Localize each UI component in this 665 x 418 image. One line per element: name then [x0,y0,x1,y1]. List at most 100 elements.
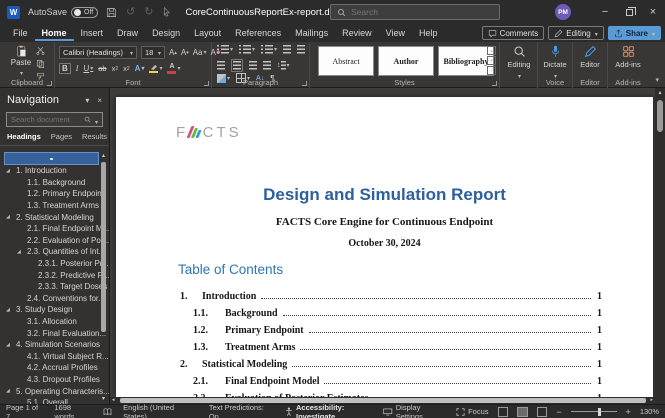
navigation-close-icon[interactable]: × [97,96,102,105]
language-indicator[interactable]: English (United States) [123,403,198,418]
document-search-box[interactable] [6,112,103,127]
zoom-in-button[interactable]: + [626,407,631,417]
autosave-toggle[interactable]: Off [71,7,98,18]
italic-button[interactable]: I [76,64,79,73]
toc-entry[interactable]: 2.2. Evaluation of Posterior Estimates 1 [180,387,602,397]
print-layout-button[interactable] [517,407,528,417]
nav-heading-item[interactable]: 3.1. Allocation [0,316,109,328]
gallery-more-icon[interactable]: ▿ [487,66,496,75]
word-count[interactable]: 1698 words [54,403,92,418]
close-button[interactable]: × [641,0,665,24]
toc-entry[interactable]: 2. Statistical Modeling 1 [180,353,602,370]
nav-heading-item[interactable]: 1.1. Background [0,177,109,189]
zoom-out-button[interactable]: − [556,407,561,417]
gallery-down-icon[interactable]: ▾ [487,56,496,65]
zoom-level[interactable]: 130% [640,407,659,416]
menu-tab[interactable]: Design [145,26,187,41]
align-right-button[interactable] [249,61,257,70]
scroll-thumb[interactable] [657,100,663,132]
nav-heading-item[interactable]: 2.3. Quantities of Int... [0,246,109,258]
scroll-up-icon[interactable]: ▴ [99,152,108,159]
nav-heading-item[interactable]: 2. Statistical Modeling [0,211,109,223]
menu-tab[interactable]: Insert [74,26,111,41]
dictate-button[interactable]: Dictate [538,45,572,80]
scroll-thumb[interactable] [101,162,106,332]
editing-button[interactable]: Editing [502,45,536,80]
web-layout-button[interactable] [537,407,548,417]
superscript-button[interactable]: x2 [123,64,130,73]
expand-arrow-icon[interactable] [17,249,21,255]
font-name-select[interactable]: Calibri (Headings) [59,46,137,59]
decrease-indent-button[interactable] [283,45,291,54]
navigation-options-icon[interactable]: ▾ [85,96,89,105]
proofing-icon[interactable] [103,408,112,416]
document-page[interactable]: F CTS Design and Simulation Report FACTS… [116,97,653,397]
navigation-tab[interactable]: Pages [51,132,72,141]
clipboard-dialog-launcher-icon[interactable] [47,81,52,86]
align-left-button[interactable] [217,61,225,70]
addins-button[interactable]: Add-ins [611,45,645,69]
style-option[interactable]: Bibliography [438,46,494,76]
display-settings-button[interactable]: Display Settings [383,403,447,418]
nav-heading-item[interactable]: 4. Simulation Scenarios [0,339,109,351]
menu-tab[interactable]: Mailings [288,26,335,41]
highlight-color-button[interactable] [149,64,162,74]
search-box[interactable] [330,4,500,20]
navigation-tab[interactable]: Results [82,132,107,141]
style-option[interactable]: Author [378,46,434,76]
line-spacing-button[interactable]: ↕ [277,61,290,70]
menu-tab[interactable]: File [6,26,35,41]
nav-heading-item[interactable]: 2.3.3. Target Doses [0,281,109,293]
shrink-font-button[interactable]: A▾ [181,48,189,57]
subscript-button[interactable]: x2 [112,64,119,73]
copy-icon[interactable] [36,59,45,68]
increase-indent-button[interactable] [297,45,305,54]
menu-tab[interactable]: Draw [110,26,145,41]
multilevel-list-button[interactable] [261,45,277,54]
paragraph-dialog-launcher-icon[interactable] [302,81,307,86]
nav-heading-item[interactable]: 3. Study Design [0,304,109,316]
menu-tab[interactable]: Review [335,26,379,41]
expand-arrow-icon[interactable] [6,168,10,174]
expand-arrow-icon[interactable] [6,388,10,394]
font-dialog-launcher-icon[interactable] [204,81,209,86]
redo-icon[interactable]: ↻ [144,7,153,18]
comments-button[interactable]: Comments [482,26,545,40]
numbering-button[interactable] [239,45,255,54]
bullets-button[interactable] [217,45,233,54]
font-color-button[interactable]: A [167,63,180,74]
menu-tab[interactable]: Help [412,26,445,41]
paste-button[interactable]: Paste [8,45,34,77]
collapse-ribbon-icon[interactable]: ▾ [655,76,659,84]
word-app-icon[interactable]: W [7,6,20,19]
document-search-input[interactable] [11,115,81,124]
nav-heading-item[interactable]: 5. Operating Characteris... [0,385,109,397]
minimize-button[interactable]: − [593,0,617,24]
nav-heading-item[interactable]: 2.3.1. Posterior Pr... [0,258,109,270]
toc-entry[interactable]: 1.2. Primary Endpoint 1 [180,319,602,336]
search-input[interactable] [351,7,471,17]
toc-entry[interactable]: 1.1. Background 1 [180,302,602,319]
zoom-slider-thumb[interactable] [598,408,601,416]
text-predictions-indicator[interactable]: Text Predictions: On [209,403,274,418]
accessibility-status[interactable]: Accessibility: Investigate [285,403,383,418]
nav-heading-item[interactable]: 2.2. Evaluation of Pos... [0,235,109,247]
chevron-down-icon[interactable] [94,111,98,129]
underline-button[interactable]: U [83,64,93,73]
cut-icon[interactable] [36,46,45,55]
nav-heading-item[interactable] [4,152,99,165]
save-icon[interactable] [106,7,117,18]
expand-arrow-icon[interactable] [6,214,10,220]
avatar[interactable]: PM [555,4,571,20]
menu-tab[interactable]: View [379,26,412,41]
expand-arrow-icon[interactable] [6,307,10,313]
nav-heading-item[interactable]: 1.2. Primary Endpoint [0,188,109,200]
change-case-button[interactable]: Aa [193,48,207,57]
page-indicator[interactable]: Page 1 of 7 [6,403,43,418]
nav-heading-item[interactable]: 3.2. Final Evaluation... [0,327,109,339]
menu-tab[interactable]: Home [35,26,74,41]
navigation-tab[interactable]: Headings [7,132,41,141]
toc-entry[interactable]: 2.1. Final Endpoint Model 1 [180,370,602,387]
grow-font-button[interactable]: A▴ [169,48,177,57]
gallery-up-icon[interactable]: ▴ [487,46,496,55]
